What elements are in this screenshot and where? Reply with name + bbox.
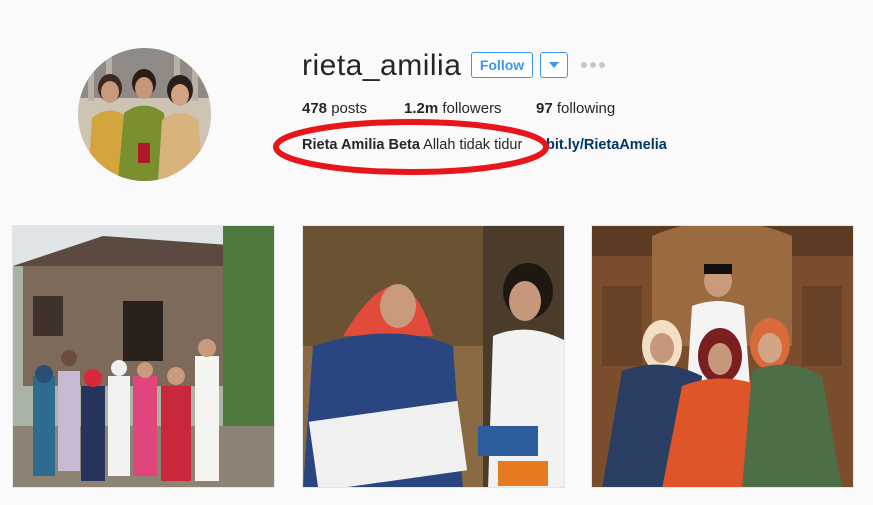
posts-label: posts <box>327 100 368 117</box>
followers-label: followers <box>438 100 502 117</box>
bio-link[interactable]: bit.ly/RietaAmelia <box>546 137 667 153</box>
followers-stat[interactable]: 1.2m followers <box>404 100 502 117</box>
profile-bio: Rieta Amilia Beta Allah tidak tidur <box>302 137 522 153</box>
post-thumbnail-1[interactable] <box>12 225 275 488</box>
following-label: following <box>552 100 616 117</box>
posts-stat: 478 posts <box>302 100 367 117</box>
followers-count: 1.2m <box>404 100 439 117</box>
follow-button[interactable]: Follow <box>471 52 533 78</box>
bio-full-name: Rieta Amilia Beta <box>302 137 420 153</box>
post-thumbnail-2[interactable] <box>302 225 565 488</box>
profile-username: rieta_amilia <box>302 49 462 82</box>
profile-avatar <box>78 48 211 181</box>
following-stat[interactable]: 97 following <box>536 100 615 117</box>
post-thumbnail-3[interactable] <box>591 225 854 488</box>
chevron-down-icon <box>549 61 559 68</box>
bio-text: Allah tidak tidur <box>419 137 523 153</box>
follow-dropdown-button[interactable] <box>540 52 568 78</box>
more-dots-icon[interactable] <box>580 58 606 72</box>
following-count: 97 <box>536 100 553 117</box>
posts-count: 478 <box>302 100 328 117</box>
